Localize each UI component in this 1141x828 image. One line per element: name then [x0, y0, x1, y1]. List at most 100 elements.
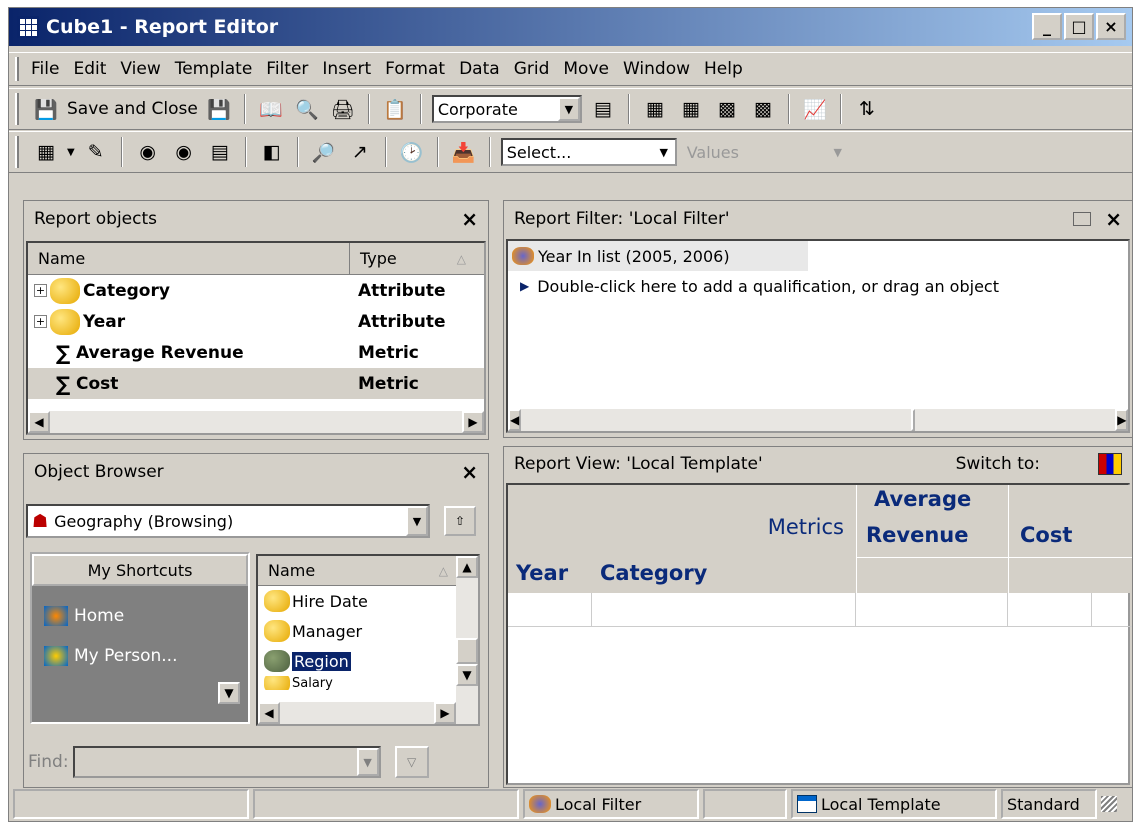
report-object-row[interactable]: + Category Attribute — [28, 275, 484, 306]
export-icon[interactable]: 📥 — [449, 137, 479, 167]
sort-icon[interactable]: ⇅ — [852, 94, 882, 124]
status-local-filter[interactable]: Local Filter — [523, 789, 699, 819]
object-list-item[interactable]: Hire Date — [258, 586, 478, 616]
minimize-button[interactable]: _ — [1032, 13, 1062, 40]
zoom-icon[interactable]: 🔎 — [309, 137, 339, 167]
object-list-item[interactable]: Salary — [258, 676, 478, 690]
object-list-item[interactable]: Manager — [258, 616, 478, 646]
menu-window[interactable]: Window — [623, 59, 690, 79]
metric-header-cost[interactable]: Cost — [1020, 523, 1072, 547]
chevron-down-icon[interactable]: ▼ — [67, 147, 75, 158]
menu-format[interactable]: Format — [385, 59, 445, 79]
drill-icon[interactable]: ↗ — [345, 137, 375, 167]
properties-icon[interactable]: 📋 — [380, 94, 410, 124]
banding-icon[interactable]: ▦ — [676, 94, 706, 124]
expand-icon[interactable]: + — [34, 284, 47, 297]
save-icon[interactable]: 💾 — [204, 94, 234, 124]
find-input[interactable]: ▼ — [72, 746, 381, 778]
report-objects-icon[interactable]: ◉ — [133, 137, 163, 167]
close-icon[interactable]: × — [461, 207, 478, 231]
menu-filter[interactable]: Filter — [266, 59, 308, 79]
filter-funnel-icon[interactable]: ▽ — [394, 746, 429, 778]
chart-icon[interactable] — [1098, 453, 1122, 475]
template-grid[interactable]: Metrics Average Revenue Cost Year Catego… — [506, 483, 1132, 785]
book-icon[interactable]: 📖 — [256, 94, 286, 124]
schedule-icon[interactable]: 🕑 — [397, 137, 427, 167]
print-preview-icon[interactable]: 🔍 — [292, 94, 322, 124]
values-combo[interactable]: Values ▼ — [682, 138, 849, 166]
expand-icon[interactable]: + — [34, 315, 47, 328]
close-icon[interactable]: × — [461, 460, 478, 484]
scroll-thumb[interactable] — [456, 638, 478, 664]
menu-template[interactable]: Template — [175, 59, 253, 79]
format-icon[interactable]: ▦ — [640, 94, 670, 124]
object-browser-icon[interactable]: ◉ — [169, 137, 199, 167]
status-local-template[interactable]: Local Template — [791, 789, 997, 819]
scroll-right-icon[interactable]: ▶ — [462, 411, 484, 433]
object-list-item-selected[interactable]: Region — [258, 646, 478, 676]
filter-condition[interactable]: Year In list (2005, 2006) — [508, 241, 808, 271]
metric-header-average[interactable]: Average — [874, 487, 971, 511]
menu-data[interactable]: Data — [459, 59, 500, 79]
graph-view-icon[interactable]: 📈 — [800, 94, 830, 124]
maximize-button[interactable]: □ — [1064, 13, 1094, 40]
vertical-scrollbar[interactable]: ▲ ▼ — [456, 556, 478, 724]
title-bar[interactable]: Cube1 - Report Editor _ □ × — [9, 8, 1132, 46]
row-header-year[interactable]: Year — [516, 561, 568, 585]
column-header-name[interactable]: Name △ — [258, 556, 456, 585]
up-folder-icon[interactable]: ⇧ — [444, 506, 476, 536]
print-icon[interactable]: 🖨 — [328, 94, 358, 124]
menu-grid[interactable]: Grid — [514, 59, 550, 79]
my-shortcuts-header[interactable]: My Shortcuts — [32, 554, 248, 586]
report-object-row[interactable]: + Year Attribute — [28, 306, 484, 337]
scroll-right-icon[interactable]: ▶ — [434, 702, 456, 724]
horizontal-scrollbar[interactable]: ◀ ▶ — [258, 702, 456, 724]
menu-help[interactable]: Help — [704, 59, 743, 79]
scroll-down-icon[interactable]: ▼ — [456, 664, 478, 686]
menu-move[interactable]: Move — [563, 59, 609, 79]
close-button[interactable]: × — [1096, 13, 1126, 40]
scroll-thumb[interactable] — [911, 409, 916, 431]
scroll-left-icon[interactable]: ◀ — [28, 411, 50, 433]
shortcut-my-personal[interactable]: My Person... — [32, 636, 248, 676]
scroll-up-icon[interactable]: ▲ — [456, 556, 478, 578]
chevron-down-icon[interactable]: ▼ — [218, 682, 240, 704]
grid-columns-icon[interactable]: ▩ — [748, 94, 778, 124]
menu-edit[interactable]: Edit — [73, 59, 106, 79]
toolbar-grip[interactable] — [15, 93, 19, 125]
shortcut-home[interactable]: Home — [32, 596, 248, 636]
toolbar-grip[interactable] — [15, 136, 19, 168]
scroll-left-icon[interactable]: ◀ — [508, 409, 522, 431]
filter-area[interactable]: Year In list (2005, 2006) ▶ Double-click… — [506, 239, 1130, 433]
menu-view[interactable]: View — [120, 59, 160, 79]
select-combo[interactable]: Select... ▼ — [500, 138, 677, 166]
wizard-icon[interactable]: ✎ — [81, 137, 111, 167]
restore-icon[interactable] — [1073, 212, 1092, 226]
menu-insert[interactable]: Insert — [322, 59, 371, 79]
grid-icon[interactable]: ▦ — [31, 137, 61, 167]
save-and-close-button[interactable]: 💾 Save and Close — [31, 94, 198, 124]
scroll-right-icon[interactable]: ▶ — [1115, 409, 1129, 431]
scroll-left-icon[interactable]: ◀ — [258, 702, 280, 724]
menu-grip[interactable] — [15, 57, 19, 81]
horizontal-scrollbar[interactable]: ◀ ▶ — [28, 411, 484, 433]
filter-add-hint[interactable]: ▶ Double-click here to add a qualificati… — [508, 271, 1128, 301]
view-filter-icon[interactable]: ▤ — [205, 137, 235, 167]
location-select[interactable]: ☗ Geography (Browsing) ▼ — [26, 504, 430, 538]
page-by-icon[interactable]: ◧ — [257, 137, 287, 167]
switch-to-label: Switch to: — [955, 454, 1040, 474]
row-header-category[interactable]: Category — [600, 561, 707, 585]
resize-grip-icon[interactable] — [1101, 796, 1117, 812]
report-object-row[interactable]: ∑ Average Revenue Metric — [28, 337, 484, 368]
horizontal-scrollbar[interactable]: ◀ ▶ — [508, 409, 1129, 431]
menu-file[interactable]: File — [31, 59, 59, 79]
report-object-row-selected[interactable]: ∑ Cost Metric — [28, 368, 484, 399]
subtotals-icon[interactable]: ▩ — [712, 94, 742, 124]
close-icon[interactable]: × — [1105, 207, 1122, 231]
grid-style-icon[interactable]: ▤ — [588, 94, 618, 124]
style-select[interactable]: Corporate ▼ — [431, 95, 582, 123]
metrics-label: Metrics — [767, 515, 844, 539]
column-header-type[interactable]: Type △ — [350, 243, 474, 274]
column-header-name[interactable]: Name — [28, 243, 350, 274]
metric-header-revenue[interactable]: Revenue — [866, 523, 969, 547]
